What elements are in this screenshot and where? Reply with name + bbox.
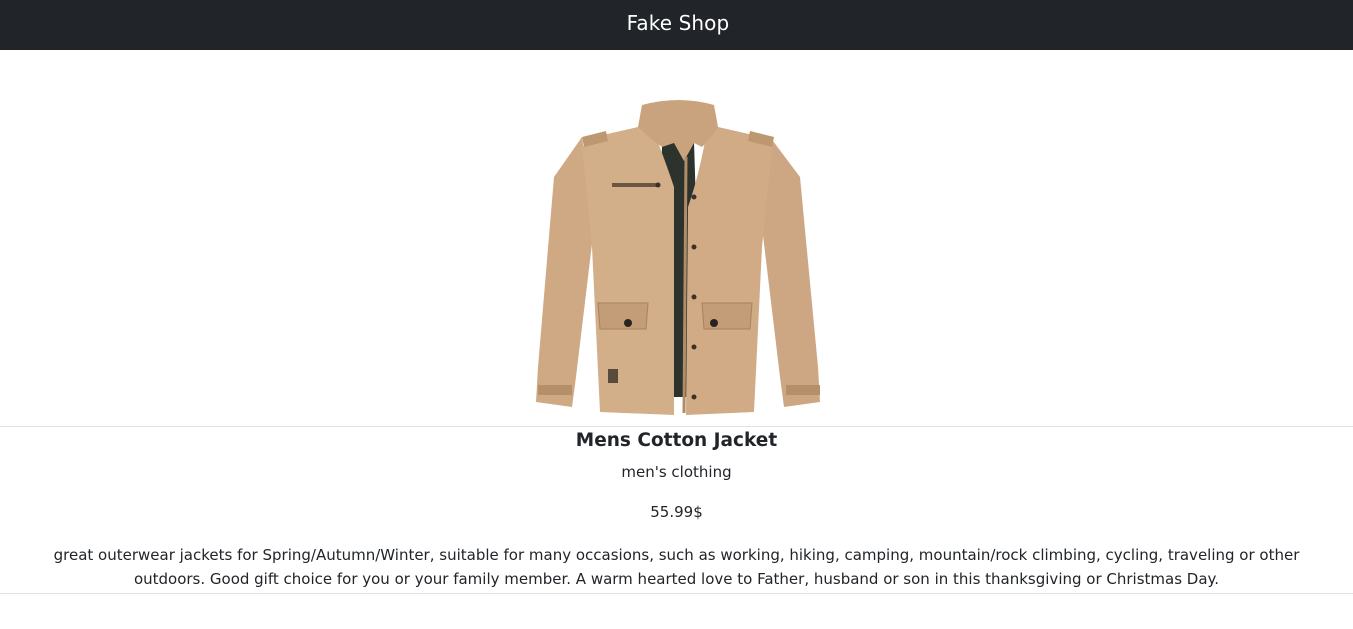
product-image-container <box>0 50 1353 426</box>
navbar: Fake Shop <box>0 0 1353 50</box>
product-details: Mens Cotton Jacket men's clothing 55.99$… <box>0 427 1353 591</box>
card-divider-bottom <box>0 593 1353 594</box>
jacket-image <box>535 100 820 415</box>
product-card: Mens Cotton Jacket men's clothing 55.99$… <box>0 50 1353 594</box>
brand-title[interactable]: Fake Shop <box>627 11 730 35</box>
product-description: great outerwear jackets for Spring/Autum… <box>53 546 1300 588</box>
product-title: Mens Cotton Jacket <box>575 430 778 451</box>
product-category: men's clothing <box>621 463 732 481</box>
product-price: 55.99$ <box>650 503 703 521</box>
